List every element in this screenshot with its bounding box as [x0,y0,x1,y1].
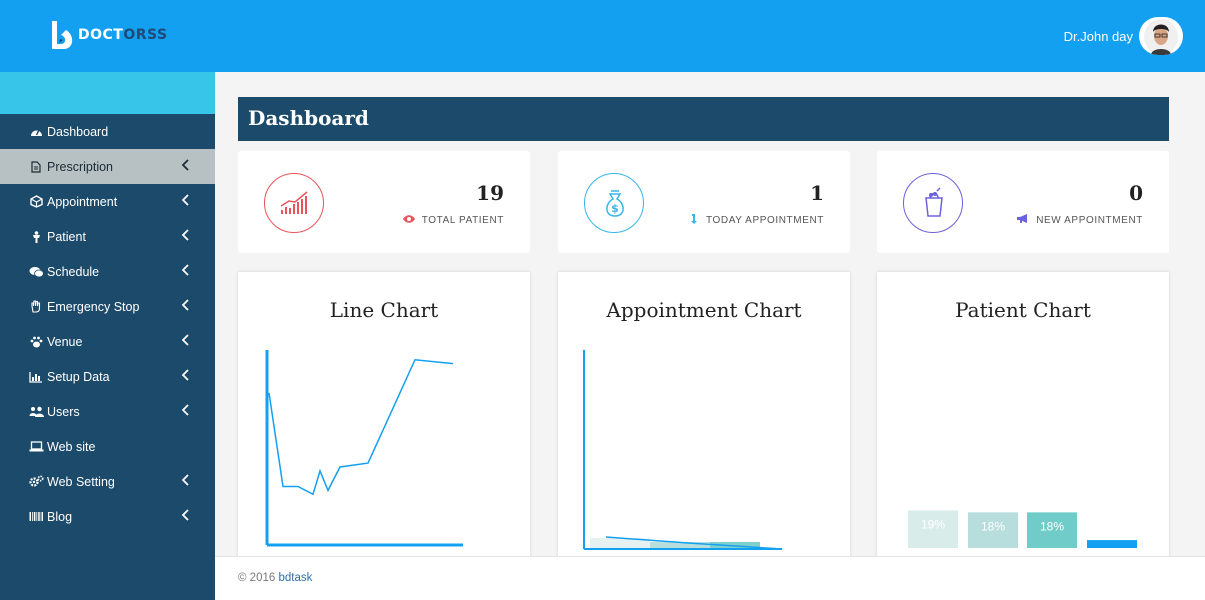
logo-icon [52,21,73,49]
money-bag-icon: $ [606,190,624,217]
line-chart [265,350,463,547]
shopping-bag-icon [925,187,943,217]
line-chart-card: Line Chart [238,272,530,562]
sidebar-nav: Dashboard Prescription Appointment Patient S… [0,114,215,534]
chevron-left-icon [181,509,189,521]
sidebar-item-blog[interactable]: Blog [0,499,215,534]
sidebar-item-patient[interactable]: Patient [0,219,215,254]
chevron-left-icon [181,334,189,346]
stat-badge [903,173,963,233]
stat-badge [264,173,324,233]
chevron-left-icon [181,159,189,171]
user-name: Dr.John day [1063,28,1133,44]
top-header: DOCTORSS Dr.John day [0,0,1205,72]
arrow-down-icon [690,213,700,228]
hand-icon [28,300,44,313]
sidebar-item-prescription[interactable]: Prescription [0,149,215,184]
stat-label: TOTAL PATIENT [402,213,504,227]
bar-data-label: 19% [921,517,945,531]
stat-value: 19 [476,181,504,205]
chevron-left-icon [181,229,189,241]
users-icon [28,406,44,418]
chat-icon [28,266,44,278]
sidebar-item-label: Web site [47,439,96,454]
patient-chart-card: Patient Chart 19% 18% 18% [877,272,1169,562]
sidebar-item-venue[interactable]: Venue [0,324,215,359]
chevron-left-icon [181,264,189,276]
stat-card-new-appointment[interactable]: 0 NEW APPOINTMENT [877,151,1169,253]
avatar[interactable] [1139,17,1183,55]
sidebar-item-label: Blog [47,509,73,524]
sidebar-item-appointment[interactable]: Appointment [0,184,215,219]
bar-data-label: 18% [981,519,1005,533]
bullhorn-icon [1016,213,1030,227]
copyright-text: © 2016 bdtask [238,572,313,584]
chevron-left-icon [181,299,189,311]
sidebar-item-label: Dashboard [47,124,109,139]
stat-label: NEW APPOINTMENT [1016,213,1143,227]
stat-label: TODAY APPOINTMENT [690,213,824,228]
brand-logo[interactable]: DOCTORSS [48,18,168,52]
stat-card-today-appointment[interactable]: $ 1 TODAY APPOINTMENT [558,151,850,253]
stat-badge: $ [584,173,644,233]
sidebar-item-label: Prescription [47,159,113,174]
sidebar-item-dashboard[interactable]: Dashboard [0,114,215,149]
brand-name: DOCTORSS [78,27,168,43]
patient-chart: 19% 18% 18% [908,510,1137,548]
file-icon [28,160,44,173]
footer: © 2016 bdtask [215,556,1205,600]
sidebar-item-label: Appointment [47,194,118,209]
appointment-chart-card: Appointment Chart [558,272,850,562]
stat-value: 0 [1129,181,1143,205]
appointment-chart [583,350,783,550]
sidebar-item-label: Setup Data [47,369,110,384]
sidebar-top-bar [0,72,215,114]
chevron-left-icon [181,194,189,206]
person-icon [28,230,44,243]
eye-icon [402,213,416,227]
gears-icon [28,475,44,488]
stat-value: 1 [810,181,824,205]
stat-card-total-patient[interactable]: 19 TOTAL PATIENT [238,151,530,253]
chevron-left-icon [181,404,189,416]
sidebar-item-label: Emergency Stop [47,299,140,314]
user-menu[interactable]: Dr.John day [1064,17,1183,55]
sidebar-item-schedule[interactable]: Schedule [0,254,215,289]
bar-chart-icon [28,371,44,383]
cube-icon [28,195,44,208]
footer-link[interactable]: bdtask [278,572,312,584]
dashboard-icon [28,126,44,137]
line-graph-icon [280,191,308,214]
page-header: Dashboard [238,97,1169,141]
series-line [268,358,454,496]
sidebar-item-setup-data[interactable]: Setup Data [0,359,215,394]
sidebar-item-emergency-stop[interactable]: Emergency Stop [0,289,215,324]
sidebar-item-label: Web Setting [47,474,115,489]
chevron-left-icon [181,474,189,486]
bar [1087,540,1137,548]
svg-text:$: $ [611,202,619,215]
chevron-left-icon [181,369,189,381]
laptop-icon [28,441,44,452]
sidebar-item-web-setting[interactable]: Web Setting [0,464,215,499]
sidebar-item-label: Schedule [47,264,100,279]
sidebar-item-label: Users [47,404,80,419]
sidebar-item-label: Patient [47,229,86,244]
barcode-icon [28,511,44,522]
sidebar-item-users[interactable]: Users [0,394,215,429]
sidebar: Dashboard Prescription Appointment Patient S… [0,72,215,600]
sidebar-item-web-site[interactable]: Web site [0,429,215,464]
avatar-icon [1144,19,1178,55]
bar-data-label: 18% [1040,519,1064,533]
sidebar-item-label: Venue [47,334,83,349]
paw-icon [28,336,44,348]
page-title: Dashboard [248,106,369,130]
